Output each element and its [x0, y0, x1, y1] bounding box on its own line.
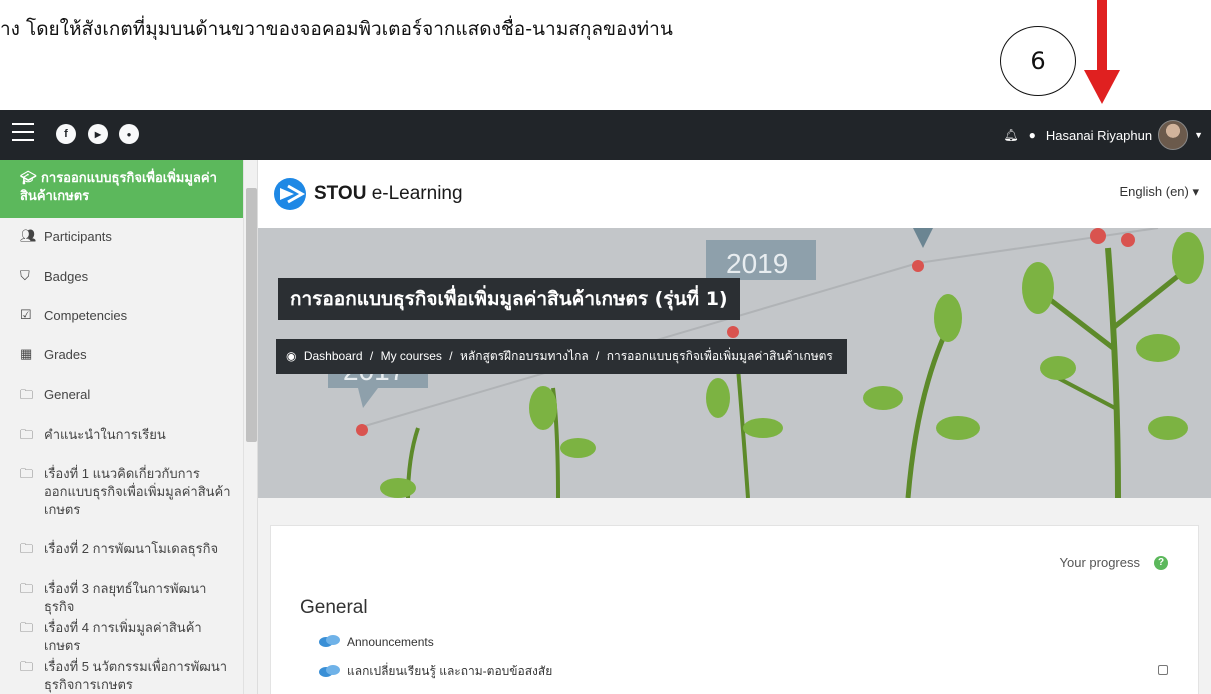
- activity-announcements[interactable]: Announcements: [319, 635, 434, 649]
- forum-icon: [319, 664, 341, 679]
- logo-text: STOU e-Learning: [314, 183, 463, 204]
- folder-icon: 🗀: [20, 387, 34, 402]
- folder-icon: 🗀: [20, 541, 34, 556]
- avatar[interactable]: [1158, 120, 1189, 150]
- breadcrumb-dashboard[interactable]: Dashboard: [304, 349, 363, 363]
- sidebar-item-topic-4[interactable]: 🗀 เรื่องที่ 4 การเพิ่มมูลค่าสินค้าเกษตร: [0, 619, 254, 655]
- shield-icon: ⛉: [20, 268, 30, 283]
- sidebar-item-competencies[interactable]: ☑ Competencies: [0, 307, 254, 325]
- stou-logo[interactable]: STOU e-Learning: [272, 176, 463, 212]
- sidebar-item-guide[interactable]: 🗀 คำแนะนำในการเรียน: [0, 426, 254, 448]
- help-icon[interactable]: ?: [1154, 555, 1168, 570]
- instruction-text: าง โดยให้สังเกตที่มุมบนด้านขวาของจอคอมพิ…: [0, 18, 673, 40]
- stou-logo-icon: [274, 178, 306, 210]
- user-menu: 🔔︎ ● Hasanai Riyaphun ▼: [1003, 110, 1203, 160]
- sidebar-item-course[interactable]: 🎓︎ การออกแบบธุรกิจเพื่อเพิ่มมูลค่าสินค้า…: [0, 160, 243, 218]
- step-number-badge: 6: [1000, 26, 1076, 96]
- chat-social-icon[interactable]: ●: [119, 124, 139, 144]
- sidebar-scrollbar[interactable]: [243, 160, 257, 694]
- progress-label: Your progress: [1059, 555, 1140, 570]
- facebook-icon[interactable]: f: [56, 124, 76, 144]
- folder-icon: 🗀: [20, 581, 34, 596]
- user-name[interactable]: Hasanai Riyaphun: [1046, 128, 1152, 143]
- folder-icon: 🗀: [20, 659, 34, 674]
- folder-icon: 🗀: [20, 466, 34, 481]
- activity-label[interactable]: แลกเปลี่ยนเรียนรู้ และถาม-ตอบข้อสงสัย: [347, 662, 552, 681]
- sidebar-item-topic-3[interactable]: 🗀 เรื่องที่ 3 กลยุทธ์ในการพัฒนาธุรกิจ: [0, 580, 254, 616]
- red-arrow-icon: [1084, 0, 1120, 104]
- progress-indicator: Your progress ?: [1060, 555, 1168, 570]
- activity-discussion[interactable]: แลกเปลี่ยนเรียนรู้ และถาม-ตอบข้อสงสัย: [319, 662, 552, 681]
- scrollbar-thumb[interactable]: [246, 188, 257, 442]
- chevron-down-icon[interactable]: ▼: [1194, 130, 1203, 140]
- sidebar-item-topic-2[interactable]: 🗀 เรื่องที่ 2 การพัฒนาโมเดลธุรกิจ: [0, 540, 254, 562]
- lms-screenshot: f ▶ ● 🔔︎ ● Hasanai Riyaphun ▼ 🎓︎ การออกแ…: [0, 110, 1211, 694]
- sidebar-item-grades[interactable]: ▦ Grades: [0, 346, 254, 364]
- bell-icon[interactable]: 🔔︎: [1003, 128, 1018, 142]
- youtube-icon[interactable]: ▶: [88, 124, 108, 144]
- course-header-banner: 2019 2017: [258, 228, 1211, 498]
- breadcrumb: ◉ Dashboard / My courses / หลักสูตรฝึกอบ…: [276, 339, 847, 374]
- sidebar-item-topic-5[interactable]: 🗀 เรื่องที่ 5 นวัตกรรมเพื่อการพัฒนาธุรกิจ…: [0, 658, 254, 694]
- page-title: การออกแบบธุรกิจเพื่อเพิ่มมูลค่าสินค้าเกษ…: [278, 278, 740, 320]
- users-icon: 👥︎: [20, 228, 37, 243]
- breadcrumb-separator: /: [596, 349, 600, 363]
- table-icon: ▦: [20, 346, 33, 361]
- sidebar-item-badges[interactable]: ⛉ Badges: [0, 268, 254, 286]
- folder-icon: 🗀: [20, 620, 34, 635]
- sidebar-item-participants[interactable]: 👥︎ Participants: [0, 228, 254, 246]
- sidebar-item-general[interactable]: 🗀 General: [0, 386, 254, 408]
- year-sign-2019-text: 2019: [726, 248, 788, 279]
- main-region: STOU e-Learning English (en) ▾ 2019 2017: [258, 160, 1211, 694]
- brand-bar: STOU e-Learning English (en) ▾: [258, 160, 1211, 228]
- folder-icon: 🗀: [20, 427, 34, 442]
- breadcrumb-separator: /: [369, 349, 374, 363]
- section-title: General: [300, 597, 368, 618]
- course-content-card: Your progress ? General Announcements แล…: [270, 525, 1199, 694]
- course-sidebar: 🎓︎ การออกแบบธุรกิจเพื่อเพิ่มมูลค่าสินค้า…: [0, 160, 258, 694]
- sidebar-item-topic-1[interactable]: 🗀 เรื่องที่ 1 แนวคิดเกี่ยวกับการออกแบบธุร…: [0, 465, 254, 519]
- sidebar-course-label: การออกแบบธุรกิจเพื่อเพิ่มมูลค่าสินค้าเกษ…: [20, 171, 217, 204]
- top-navbar: f ▶ ● 🔔︎ ● Hasanai Riyaphun ▼: [0, 110, 1211, 160]
- dashboard-icon: ◉: [286, 349, 297, 363]
- message-icon[interactable]: ●: [1029, 128, 1036, 142]
- activity-label[interactable]: Announcements: [347, 635, 434, 649]
- hamburger-menu-icon[interactable]: [12, 123, 34, 141]
- language-selector[interactable]: English (en) ▾: [1119, 184, 1199, 200]
- breadcrumb-course[interactable]: การออกแบบธุรกิจเพื่อเพิ่มมูลค่าสินค้าเกษ…: [607, 349, 833, 363]
- breadcrumb-separator: /: [449, 349, 453, 363]
- checkbox-icon: ☑: [20, 307, 32, 322]
- breadcrumb-my-courses[interactable]: My courses: [381, 349, 442, 363]
- breadcrumb-category[interactable]: หลักสูตรฝึกอบรมทางไกล: [460, 349, 589, 363]
- forum-icon: [319, 635, 341, 649]
- completion-checkbox[interactable]: [1158, 665, 1168, 675]
- year-sign-2019: 2019: [706, 240, 816, 280]
- graduation-cap-icon: 🎓︎: [20, 171, 42, 186]
